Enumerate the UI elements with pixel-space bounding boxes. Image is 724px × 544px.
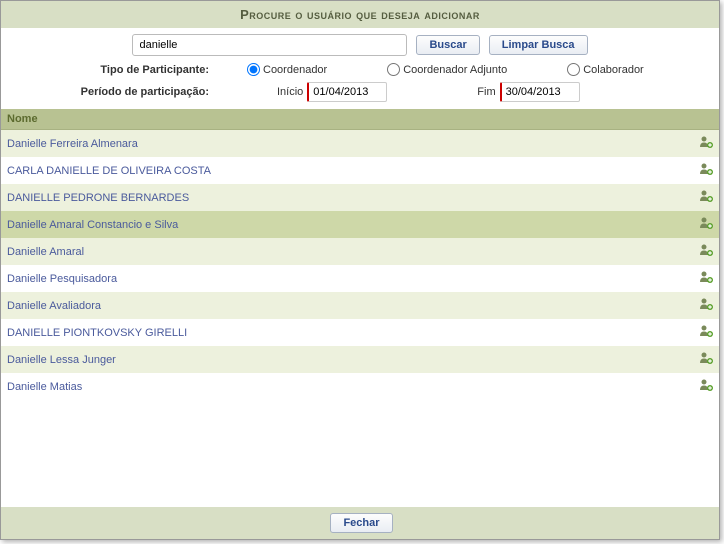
period-label: Período de participação: xyxy=(17,86,217,98)
results-table: Nome Danielle Ferreira AlmenaraCARLA DAN… xyxy=(1,109,719,400)
table-row: DANIELLE PIONTKOVSKY GIRELLI xyxy=(1,319,719,346)
table-row: Danielle Pesquisadora xyxy=(1,265,719,292)
radio-coordenador-label: Coordenador xyxy=(263,64,327,76)
dialog-footer: Fechar xyxy=(1,507,719,539)
start-date-input[interactable] xyxy=(307,82,387,102)
table-row: DANIELLE PEDRONE BERNARDES xyxy=(1,184,719,211)
add-user-icon[interactable] xyxy=(699,378,713,392)
user-name-cell[interactable]: CARLA DANIELLE DE OLIVEIRA COSTA xyxy=(1,157,693,184)
action-cell xyxy=(693,373,719,400)
add-user-icon[interactable] xyxy=(699,243,713,257)
table-row: Danielle Amaral Constancio e Silva xyxy=(1,211,719,238)
radio-coordenador-adjunto-input[interactable] xyxy=(387,63,400,76)
search-row: Buscar Limpar Busca xyxy=(1,28,719,60)
start-date-field: Início xyxy=(277,82,387,102)
add-user-icon[interactable] xyxy=(699,135,713,149)
add-user-icon[interactable] xyxy=(699,351,713,365)
radio-coordenador-adjunto[interactable]: Coordenador Adjunto xyxy=(387,63,507,76)
action-cell xyxy=(693,265,719,292)
date-section: Início Fim xyxy=(217,82,703,102)
add-user-icon[interactable] xyxy=(699,297,713,311)
close-button[interactable]: Fechar xyxy=(330,513,392,533)
dialog-title: Procure o usuário que deseja adicionar xyxy=(1,1,719,28)
period-row: Período de participação: Início Fim xyxy=(1,79,719,105)
radio-coordenador-adjunto-label: Coordenador Adjunto xyxy=(403,64,507,76)
radio-coordenador[interactable]: Coordenador xyxy=(247,63,327,76)
participant-type-label: Tipo de Participante: xyxy=(17,64,217,76)
action-cell xyxy=(693,238,719,265)
table-row: Danielle Matias xyxy=(1,373,719,400)
table-row: Danielle Amaral xyxy=(1,238,719,265)
user-name-cell[interactable]: DANIELLE PEDRONE BERNARDES xyxy=(1,184,693,211)
action-cell xyxy=(693,130,719,158)
end-date-input[interactable] xyxy=(500,82,580,102)
radio-colaborador-input[interactable] xyxy=(567,63,580,76)
user-name-cell[interactable]: Danielle Pesquisadora xyxy=(1,265,693,292)
participant-type-radios: Coordenador Coordenador Adjunto Colabora… xyxy=(217,63,703,76)
table-row: Danielle Avaliadora xyxy=(1,292,719,319)
col-header-nome[interactable]: Nome xyxy=(1,109,693,130)
add-user-icon[interactable] xyxy=(699,162,713,176)
action-cell xyxy=(693,292,719,319)
add-user-icon[interactable] xyxy=(699,189,713,203)
add-user-icon[interactable] xyxy=(699,270,713,284)
radio-coordenador-input[interactable] xyxy=(247,63,260,76)
table-row: Danielle Lessa Junger xyxy=(1,346,719,373)
col-header-action xyxy=(693,109,719,130)
clear-search-button[interactable]: Limpar Busca xyxy=(489,35,588,55)
table-row: CARLA DANIELLE DE OLIVEIRA COSTA xyxy=(1,157,719,184)
user-name-cell[interactable]: Danielle Amaral xyxy=(1,238,693,265)
end-date-field: Fim xyxy=(477,82,579,102)
action-cell xyxy=(693,211,719,238)
start-date-label: Início xyxy=(277,86,303,98)
user-name-cell[interactable]: Danielle Ferreira Almenara xyxy=(1,130,693,158)
search-button[interactable]: Buscar xyxy=(416,35,479,55)
search-input[interactable] xyxy=(132,34,407,56)
results-table-wrap: Nome Danielle Ferreira AlmenaraCARLA DAN… xyxy=(1,109,719,507)
radio-colaborador-label: Colaborador xyxy=(583,64,644,76)
participant-type-row: Tipo de Participante: Coordenador Coorde… xyxy=(1,60,719,79)
user-name-cell[interactable]: DANIELLE PIONTKOVSKY GIRELLI xyxy=(1,319,693,346)
user-name-cell[interactable]: Danielle Avaliadora xyxy=(1,292,693,319)
user-name-cell[interactable]: Danielle Matias xyxy=(1,373,693,400)
user-name-cell[interactable]: Danielle Amaral Constancio e Silva xyxy=(1,211,693,238)
action-cell xyxy=(693,157,719,184)
user-name-cell[interactable]: Danielle Lessa Junger xyxy=(1,346,693,373)
action-cell xyxy=(693,184,719,211)
action-cell xyxy=(693,319,719,346)
action-cell xyxy=(693,346,719,373)
add-user-icon[interactable] xyxy=(699,324,713,338)
end-date-label: Fim xyxy=(477,86,495,98)
user-search-dialog: Procure o usuário que deseja adicionar B… xyxy=(0,0,720,540)
table-row: Danielle Ferreira Almenara xyxy=(1,130,719,158)
radio-colaborador[interactable]: Colaborador xyxy=(567,63,644,76)
add-user-icon[interactable] xyxy=(699,216,713,230)
